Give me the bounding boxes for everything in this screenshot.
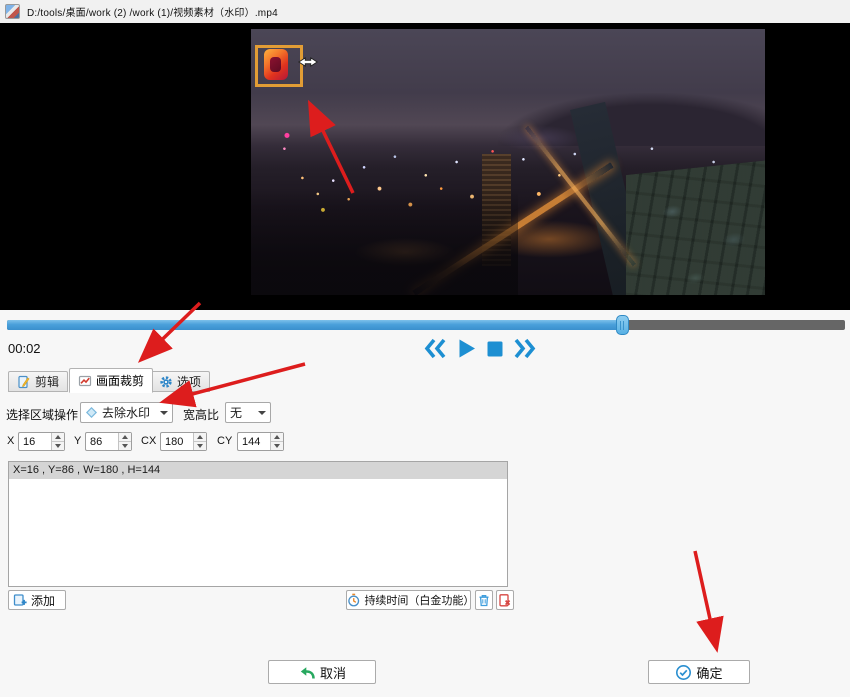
time-label: 00:02 bbox=[8, 341, 41, 356]
cancel-button[interactable]: 取消 bbox=[268, 660, 376, 684]
y-spinner[interactable] bbox=[85, 432, 132, 451]
trash-icon bbox=[477, 593, 491, 608]
clock-icon bbox=[347, 593, 360, 607]
region-op-label: 选择区域操作 bbox=[6, 406, 78, 423]
add-region-button[interactable]: 添加 bbox=[8, 590, 66, 610]
x-spinner[interactable] bbox=[18, 432, 65, 451]
video-letterbox bbox=[0, 23, 850, 310]
play-icon[interactable] bbox=[455, 337, 478, 360]
tab-options[interactable]: 选项 bbox=[150, 371, 210, 392]
tab-crop[interactable]: 画面裁剪 bbox=[69, 368, 153, 393]
region-op-dropdown[interactable]: 去除水印 bbox=[80, 402, 173, 423]
seek-handle[interactable] bbox=[616, 315, 629, 335]
forward-icon[interactable] bbox=[512, 337, 537, 360]
arrow-to-crop-tab bbox=[143, 303, 200, 358]
office-logo-watermark bbox=[264, 49, 288, 80]
spin-down-icon[interactable] bbox=[271, 442, 283, 450]
region-op-value: 去除水印 bbox=[102, 404, 150, 421]
region-list[interactable]: X=16 , Y=86 , W=180 , H=144 bbox=[8, 461, 508, 587]
cx-input[interactable] bbox=[161, 433, 193, 450]
cy-label: CY bbox=[217, 435, 232, 447]
app-window: D:/tools/桌面/work (2) /work (1)/视频素材（水印）.… bbox=[0, 0, 850, 697]
cy-input[interactable] bbox=[238, 433, 270, 450]
ok-button[interactable]: 确定 bbox=[648, 660, 750, 684]
arrow-to-ok-button bbox=[695, 551, 716, 646]
clear-list-icon bbox=[498, 593, 512, 608]
spin-down-icon[interactable] bbox=[119, 442, 131, 450]
check-circle-icon bbox=[675, 664, 692, 681]
list-item[interactable]: X=16 , Y=86 , W=180 , H=144 bbox=[9, 462, 507, 479]
chevron-down-icon bbox=[258, 411, 266, 415]
tab-edit[interactable]: 剪辑 bbox=[8, 371, 68, 392]
video-preview[interactable] bbox=[251, 29, 765, 295]
eraser-icon bbox=[85, 406, 98, 419]
foreground-shadow bbox=[251, 189, 518, 295]
transport-controls bbox=[423, 337, 537, 360]
spin-down-icon[interactable] bbox=[52, 442, 64, 450]
cx-label: CX bbox=[141, 435, 156, 447]
y-input[interactable] bbox=[86, 433, 118, 450]
undo-icon bbox=[298, 665, 316, 680]
resize-horizontal-icon bbox=[297, 56, 319, 68]
delete-region-button[interactable] bbox=[475, 590, 493, 610]
cx-spinner[interactable] bbox=[160, 432, 207, 451]
spin-up-icon[interactable] bbox=[194, 433, 206, 442]
cy-spinner[interactable] bbox=[237, 432, 284, 451]
spin-up-icon[interactable] bbox=[52, 433, 64, 442]
clear-regions-button[interactable] bbox=[496, 590, 514, 610]
x-label: X bbox=[7, 435, 14, 447]
seek-bar[interactable] bbox=[7, 320, 845, 330]
watermark-selection-box[interactable] bbox=[255, 45, 303, 87]
crop-icon bbox=[78, 374, 92, 388]
window-title-path: D:/tools/桌面/work (2) /work (1)/视频素材（水印）.… bbox=[27, 4, 278, 19]
aspect-dropdown[interactable]: 无 bbox=[225, 402, 271, 423]
spin-up-icon[interactable] bbox=[119, 433, 131, 442]
chevron-down-icon bbox=[160, 411, 168, 415]
edit-icon bbox=[17, 375, 31, 389]
y-label: Y bbox=[74, 435, 81, 447]
aspect-value: 无 bbox=[230, 404, 242, 421]
fields bbox=[626, 159, 765, 295]
duration-button[interactable]: 持续时间（白金功能） bbox=[346, 590, 471, 610]
x-input[interactable] bbox=[19, 433, 51, 450]
add-file-icon bbox=[13, 593, 27, 607]
gear-icon bbox=[159, 375, 173, 389]
spin-down-icon[interactable] bbox=[194, 442, 206, 450]
seek-progress bbox=[7, 320, 622, 330]
rewind-icon[interactable] bbox=[423, 337, 448, 360]
stop-icon[interactable] bbox=[485, 339, 505, 359]
spin-up-icon[interactable] bbox=[271, 433, 283, 442]
app-icon bbox=[5, 4, 20, 19]
aspect-label: 宽高比 bbox=[183, 406, 219, 423]
titlebar: D:/tools/桌面/work (2) /work (1)/视频素材（水印）.… bbox=[0, 0, 850, 23]
